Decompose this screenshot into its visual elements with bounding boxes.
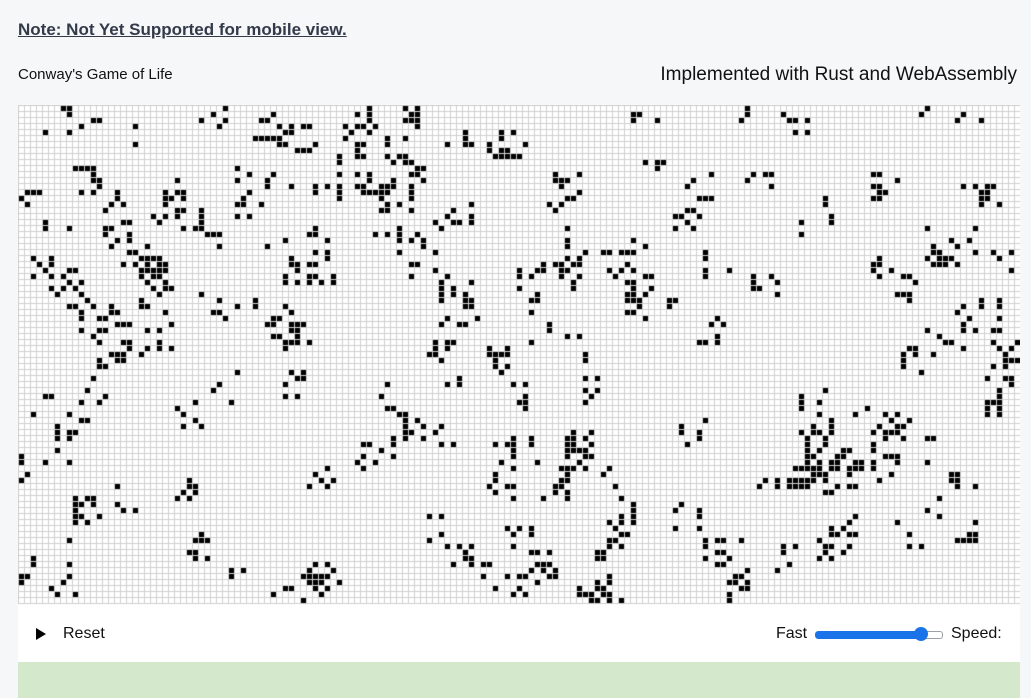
speed-slider[interactable] xyxy=(815,626,943,642)
play-icon xyxy=(36,628,46,640)
reset-button[interactable]: Reset xyxy=(63,625,105,643)
play-button[interactable] xyxy=(34,626,48,642)
page-title: Conway's Game of Life xyxy=(18,66,173,83)
speed-label: Speed: xyxy=(951,625,1002,642)
slider-fill xyxy=(815,631,921,639)
fast-label: Fast xyxy=(776,625,808,642)
page-subtitle: Implemented with Rust and WebAssembly xyxy=(660,64,1017,85)
game-of-life-grid[interactable] xyxy=(18,105,1020,607)
slider-thumb[interactable] xyxy=(914,627,928,641)
footer-band xyxy=(18,662,1020,698)
mobile-support-note[interactable]: Note: Not Yet Supported for mobile view. xyxy=(18,20,347,40)
grid-canvas[interactable] xyxy=(18,105,1020,607)
controls-bar: Reset Fast Speed: xyxy=(18,607,1020,662)
